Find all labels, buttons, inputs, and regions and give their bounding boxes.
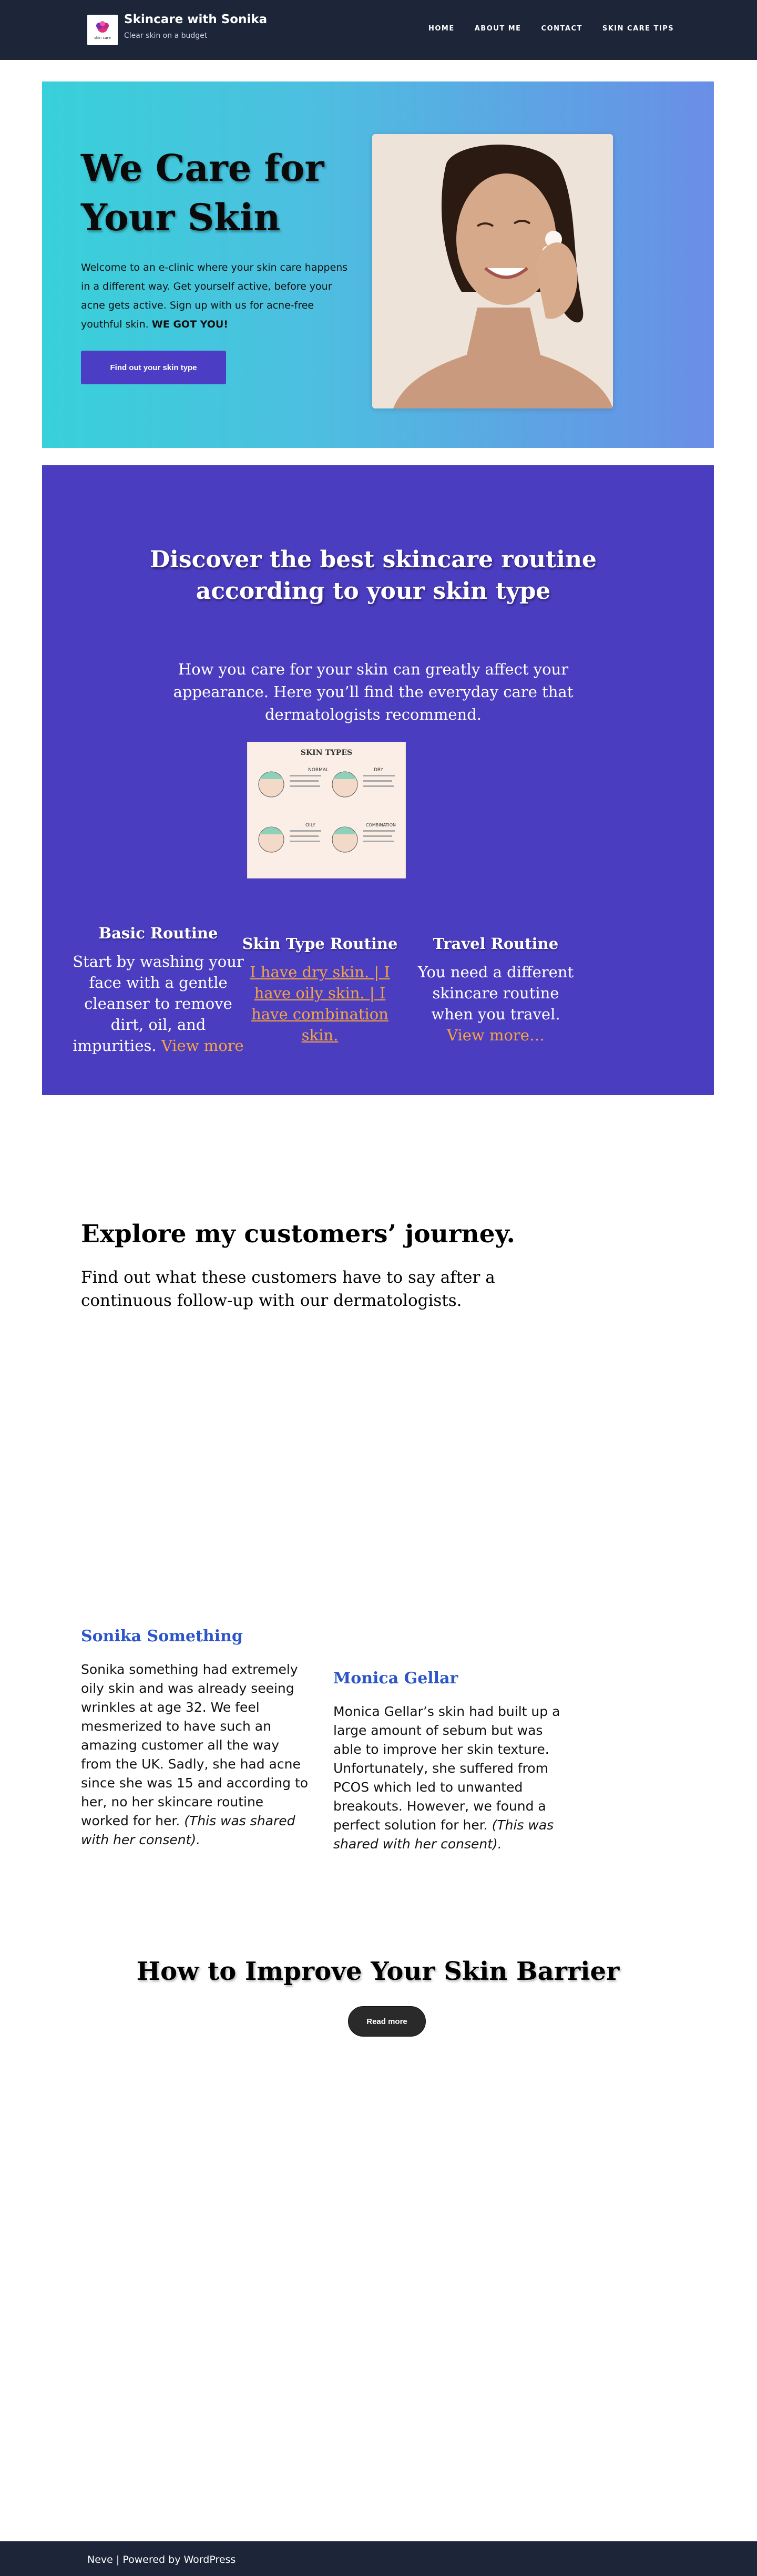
barrier-title: How to Improve Your Skin Barrier [136,1957,620,1986]
footer-credits[interactable]: Neve | Powered by WordPress [87,2554,236,2565]
travel-routine-column: Travel Routine You need a different skin… [414,933,577,1046]
skin-chart-label-oily: OILY [305,823,316,828]
nav-skin-care-tips[interactable]: SKIN CARE TIPS [602,25,674,33]
routine-subtitle: How you care for your skin can greatly a… [173,660,574,723]
logo-text: skin care [94,36,110,40]
skin-chart-title: SKIN TYPES [301,749,352,757]
journey-title: Explore my customers’ journey. [81,1220,515,1249]
site-title[interactable]: Skincare with Sonika [124,13,267,26]
hero-text: Welcome to an e-clinic where your skin c… [81,258,349,334]
skin-types-chart-image: SKIN TYPES NORMAL DRY OILY COMBINATION [247,742,406,878]
hero-section: We Care for Your Skin Welcome to an e-cl… [42,81,714,448]
skin-chart-label-dry: DRY [374,768,384,773]
hero-portrait-image [372,134,613,408]
journey-subtitle: Find out what these customers have to sa… [81,1268,495,1310]
routine-title: Discover the best skincare routine accor… [150,546,597,605]
find-skin-type-button[interactable]: Find out your skin type [81,351,226,384]
main-nav: HOME ABOUT ME CONTACT SKIN CARE TIPS [428,25,694,33]
nav-contact[interactable]: CONTACT [541,25,582,33]
testimonial-name: Monica Gellar [333,1669,458,1688]
testimonial-text: Monica Gellar’s skin had built up a larg… [333,1702,565,1854]
brand[interactable]: skin care Skincare with Sonika Clear ski… [87,13,267,45]
skin-type-routine-column: Skin Type Routine I have dry skin. | I h… [240,933,400,1046]
basic-routine-column: Basic Routine Start by washing your face… [71,923,245,1056]
testimonial-body: Sonika something had extremely oily skin… [81,1662,309,1828]
skin-chart-label-normal: NORMAL [308,768,329,773]
travel-routine-view-more-link[interactable]: View more… [447,1026,545,1044]
testimonial-text: Sonika something had extremely oily skin… [81,1660,312,1849]
basic-routine-title: Basic Routine [98,924,218,942]
travel-routine-body: You need a different skincare routine wh… [417,963,574,1023]
testimonial-body: Monica Gellar’s skin had built up a larg… [333,1704,560,1833]
site-footer: Neve | Powered by WordPress [0,2541,757,2576]
basic-routine-text: Start by washing your face with a gentle… [71,951,245,1056]
site-tagline: Clear skin on a budget [124,32,208,40]
travel-routine-text: You need a different skincare routine wh… [414,962,577,1046]
testimonial-name: Sonika Something [81,1627,243,1645]
routine-section: Discover the best skincare routine accor… [42,465,714,1095]
nav-about-me[interactable]: ABOUT ME [475,25,521,33]
skin-chart-label-combination: COMBINATION [366,823,396,827]
read-more-button[interactable]: Read more [348,2006,426,2037]
nav-home[interactable]: HOME [428,25,455,33]
logo-flower-icon: skin care [94,21,111,40]
site-header: skin care Skincare with Sonika Clear ski… [0,0,757,60]
hero-title: We Care for Your Skin [81,146,324,239]
hero-text-strong: WE GOT YOU! [151,319,228,330]
skin-type-links: I have dry skin. | I have oily skin. | I… [240,962,400,1046]
basic-routine-view-more-link[interactable]: View more [161,1037,244,1055]
skin-type-routine-title: Skin Type Routine [242,935,398,953]
travel-routine-title: Travel Routine [433,935,559,953]
skin-type-links-text[interactable]: I have dry skin. | I have oily skin. | I… [250,963,390,1044]
testimonial-monica: Monica Gellar Monica Gellar’s skin had b… [333,1669,565,1854]
site-logo[interactable]: skin care [87,15,118,45]
testimonial-sonika: Sonika Something Sonika something had ex… [81,1627,312,1849]
